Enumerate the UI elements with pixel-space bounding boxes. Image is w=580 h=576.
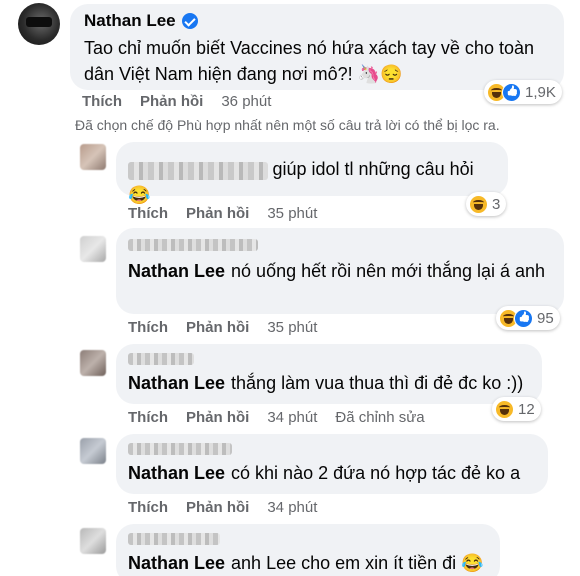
reply-timestamp[interactable]: 34 phút bbox=[267, 409, 317, 426]
like-button[interactable]: Thích bbox=[128, 205, 168, 222]
reply-avatar[interactable] bbox=[80, 350, 106, 376]
reply-text-line: Nathan Lee anh Lee cho em xin ít tiền đi … bbox=[128, 550, 488, 576]
author-name-text[interactable]: Nathan Lee bbox=[84, 11, 176, 31]
reaction-count: 1,9K bbox=[525, 83, 556, 101]
author-avatar[interactable] bbox=[18, 3, 60, 45]
reaction-count: 3 bbox=[492, 195, 501, 213]
mention-tag[interactable]: Nathan Lee bbox=[128, 553, 225, 573]
reply-text-line: Nathan Lee có khi nào 2 đứa nó hợp tác đẻ… bbox=[128, 460, 536, 486]
reply-timestamp[interactable]: 35 phút bbox=[267, 319, 317, 336]
reply-reaction-summary[interactable]: 95 bbox=[496, 306, 560, 330]
reply-button[interactable]: Phản hồi bbox=[140, 93, 203, 110]
redacted-name bbox=[128, 161, 268, 180]
main-reaction-summary[interactable]: 1,9K bbox=[484, 80, 562, 104]
like-button[interactable]: Thích bbox=[128, 409, 168, 426]
mention-tag[interactable]: Nathan Lee bbox=[128, 373, 225, 393]
reply-text: nó uống hết rồi nên mới thắng lại á anh bbox=[231, 261, 546, 281]
reply-button[interactable]: Phản hồi bbox=[186, 499, 249, 516]
reply-bubble: giúp idol tl những câu hỏi 😂 bbox=[116, 142, 508, 205]
verified-badge-icon bbox=[181, 13, 198, 29]
reply-avatar[interactable] bbox=[80, 144, 106, 170]
reply-text-line: Nathan Lee thắng làm vua thua thì đi đẻ đ… bbox=[128, 370, 530, 396]
author-name[interactable]: Nathan Lee bbox=[84, 11, 198, 31]
filter-note: Đã chọn chế độ Phù hợp nhất nên một số c… bbox=[75, 117, 500, 133]
reply-avatar[interactable] bbox=[80, 528, 106, 554]
redacted-name bbox=[128, 238, 258, 251]
redacted-name bbox=[128, 442, 232, 455]
reply-actions: Thích Phản hồi 34 phút Đã chỉnh sửa bbox=[128, 409, 425, 426]
like-reaction-icon bbox=[514, 308, 533, 328]
like-button[interactable]: Thích bbox=[82, 93, 122, 110]
main-comment-actions: Thích Phản hồi 36 phút bbox=[82, 93, 271, 110]
reply-bubble: Nathan Lee thắng làm vua thua thì đi đẻ đ… bbox=[116, 344, 542, 404]
reply-actions: Thích Phản hồi 34 phút bbox=[128, 499, 317, 516]
comment-timestamp[interactable]: 36 phút bbox=[221, 93, 271, 110]
reply-bubble: Nathan Lee có khi nào 2 đứa nó hợp tác đẻ… bbox=[116, 434, 548, 494]
mention-tag[interactable]: Nathan Lee bbox=[128, 463, 225, 483]
reply-avatar[interactable] bbox=[80, 236, 106, 262]
haha-reaction-icon bbox=[495, 399, 514, 419]
main-comment-bubble: Nathan Lee Tao chỉ muốn biết Vaccines nó… bbox=[70, 4, 564, 90]
reply-reaction-summary[interactable]: 3 bbox=[466, 192, 507, 216]
like-button[interactable]: Thích bbox=[128, 499, 168, 516]
mention-tag[interactable]: Nathan Lee bbox=[128, 261, 225, 281]
reaction-count: 12 bbox=[518, 400, 535, 418]
reaction-count: 95 bbox=[537, 309, 554, 327]
reply-text-line: Nathan Lee nó uống hết rồi nên mới thắng … bbox=[128, 258, 552, 284]
like-reaction-icon bbox=[502, 82, 521, 102]
reply-actions: Thích Phản hồi 35 phút bbox=[128, 319, 317, 336]
reply-avatar[interactable] bbox=[80, 438, 106, 464]
redacted-name bbox=[128, 352, 194, 365]
reply-text: thắng làm vua thua thì đi đẻ đc ko :)) bbox=[231, 373, 524, 393]
reply-text: có khi nào 2 đứa nó hợp tác đẻ ko a bbox=[231, 463, 521, 483]
reply-text: anh Lee cho em xin ít tiền đi 😂 bbox=[231, 553, 484, 573]
haha-reaction-icon bbox=[469, 194, 488, 214]
like-button[interactable]: Thích bbox=[128, 319, 168, 336]
reply-button[interactable]: Phản hồi bbox=[186, 205, 249, 222]
reply-timestamp[interactable]: 34 phút bbox=[267, 499, 317, 516]
reply-bubble: Nathan Lee anh Lee cho em xin ít tiền đi … bbox=[116, 524, 500, 576]
main-comment-text: Tao chỉ muốn biết Vaccines nó hứa xách t… bbox=[84, 38, 534, 84]
reply-timestamp[interactable]: 35 phút bbox=[267, 205, 317, 222]
edited-label[interactable]: Đã chỉnh sửa bbox=[335, 409, 424, 426]
reply-actions: Thích Phản hồi 35 phút bbox=[128, 205, 317, 222]
redacted-name bbox=[128, 532, 220, 545]
reply-button[interactable]: Phản hồi bbox=[186, 409, 249, 426]
reply-bubble: Nathan Lee nó uống hết rồi nên mới thắng … bbox=[116, 228, 564, 314]
reply-button[interactable]: Phản hồi bbox=[186, 319, 249, 336]
reply-reaction-summary[interactable]: 12 bbox=[492, 397, 541, 421]
